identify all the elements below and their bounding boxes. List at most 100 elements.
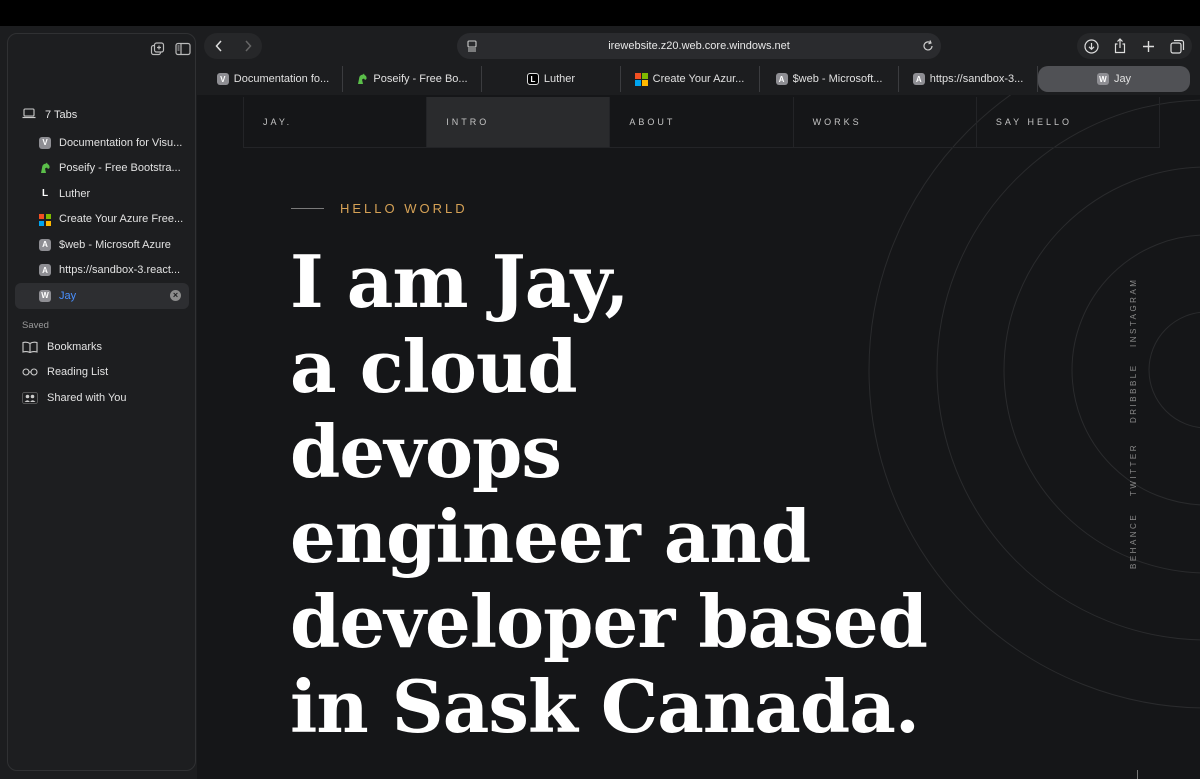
sidebar-item-sandbox[interactable]: A https://sandbox-3.react... xyxy=(15,258,189,284)
sidebar: 7 Tabs V Documentation for Visu... Posei… xyxy=(7,33,196,771)
nav-about[interactable]: ABOUT xyxy=(610,97,794,147)
people-icon xyxy=(22,391,38,405)
sidebar-tab-list: V Documentation for Visu... Poseify - Fr… xyxy=(15,130,189,309)
tab-group-label: 7 Tabs xyxy=(45,109,78,121)
saved-item-label: Bookmarks xyxy=(47,340,103,353)
tab-bar: V Documentation fo... Poseify - Free Bo.… xyxy=(204,66,1192,92)
site-nav: JAY. INTRO ABOUT WORKS SAY HELLO xyxy=(243,97,1160,148)
headline-line: developer based xyxy=(290,579,928,664)
saved-item-bookmarks[interactable]: Bookmarks xyxy=(22,334,127,360)
favicon-w-icon: W xyxy=(39,289,51,302)
favicon-v-icon: V xyxy=(39,136,51,149)
page-menu-icon[interactable] xyxy=(465,39,479,56)
web-content: JAY. INTRO ABOUT WORKS SAY HELLO HELLO W… xyxy=(197,95,1200,779)
tab-label: Documentation fo... xyxy=(233,73,330,85)
saved-item-shared[interactable]: Shared with You xyxy=(22,385,127,411)
social-dribbble[interactable]: DRIBBBLE xyxy=(1129,363,1138,423)
new-tab-group-icon[interactable] xyxy=(148,40,166,58)
microsoft-logo-icon xyxy=(635,73,648,86)
tab-label: Poseify - Free Bo... xyxy=(373,73,468,85)
kicker-line xyxy=(291,208,324,209)
share-icon[interactable] xyxy=(1110,36,1130,56)
nav-works[interactable]: WORKS xyxy=(794,97,977,147)
headline-line: engineer and xyxy=(290,494,811,579)
tab-poseify[interactable]: Poseify - Free Bo... xyxy=(343,66,482,92)
tab-label: Create Your Azur... xyxy=(652,73,745,85)
cursor-icon xyxy=(1137,770,1144,779)
saved-list: Bookmarks Reading List Shared with You xyxy=(22,334,127,411)
sidebar-item-label: Jay xyxy=(59,289,77,302)
headline-line: I am Jay, xyxy=(290,239,629,324)
sidebar-item-luther[interactable]: L Luther xyxy=(15,181,189,207)
poseify-horse-icon xyxy=(356,73,368,85)
tab-jay[interactable]: W Jay xyxy=(1038,66,1190,92)
browser-window: 7 Tabs V Documentation for Visu... Posei… xyxy=(0,26,1200,779)
toolbar-actions xyxy=(1077,33,1192,59)
reload-icon[interactable] xyxy=(921,39,935,56)
tab-sandbox[interactable]: A https://sandbox-3... xyxy=(899,66,1038,92)
hero-headline: I am Jay, a cloud devops engineer and de… xyxy=(290,239,990,749)
sidebar-item-web-azure[interactable]: A $web - Microsoft Azure xyxy=(15,232,189,258)
kicker: HELLO WORLD xyxy=(291,201,468,216)
favicon-v-icon: V xyxy=(216,73,229,85)
new-tab-plus-icon[interactable] xyxy=(1139,36,1159,56)
headline-line: in Sask Canada. xyxy=(290,664,920,749)
social-twitter[interactable]: TWITTER xyxy=(1129,443,1138,496)
saved-header: Saved xyxy=(22,320,49,331)
saved-item-label: Reading List xyxy=(47,366,109,379)
address-bar[interactable]: irewebsite.z20.web.core.windows.net xyxy=(457,33,941,59)
social-links: INSTAGRAM DRIBBBLE TWITTER BEHANCE xyxy=(1129,275,1149,595)
nav-buttons xyxy=(204,33,262,59)
favicon-a-icon: A xyxy=(775,73,788,85)
tab-label: Luther xyxy=(543,73,576,85)
tab-luther[interactable]: L Luther xyxy=(482,66,621,92)
tab-label: $web - Microsoft... xyxy=(792,73,883,85)
poseify-horse-icon xyxy=(39,162,51,174)
tab-documentation[interactable]: V Documentation fo... xyxy=(204,66,343,92)
favicon-a-icon: A xyxy=(912,73,925,85)
sidebar-item-label: Documentation for Visu... xyxy=(59,136,183,149)
sidebar-item-poseify[interactable]: Poseify - Free Bootstra... xyxy=(15,156,189,182)
tab-label: https://sandbox-3... xyxy=(929,73,1024,85)
sidebar-item-label: $web - Microsoft Azure xyxy=(59,238,171,251)
download-icon[interactable] xyxy=(1081,36,1101,56)
nav-say-hello[interactable]: SAY HELLO xyxy=(977,97,1159,147)
favicon-w-icon: W xyxy=(1096,73,1109,85)
headline-line: devops xyxy=(290,409,562,494)
url-text: irewebsite.z20.web.core.windows.net xyxy=(608,40,790,52)
tab-label: Jay xyxy=(1113,73,1132,85)
sidebar-item-label: Luther xyxy=(59,187,91,200)
sidebar-toggle-icon[interactable] xyxy=(174,40,192,58)
sidebar-item-azure-free[interactable]: Create Your Azure Free... xyxy=(15,207,189,233)
top-strip xyxy=(0,0,1200,26)
saved-item-label: Shared with You xyxy=(47,391,127,404)
sidebar-item-label: Create Your Azure Free... xyxy=(59,213,184,226)
nav-intro[interactable]: INTRO xyxy=(427,97,611,147)
social-behance[interactable]: BEHANCE xyxy=(1129,513,1138,569)
microsoft-logo-icon xyxy=(38,213,51,226)
sidebar-item-label: Poseify - Free Bootstra... xyxy=(59,162,181,175)
favicon-a-icon: A xyxy=(39,264,51,277)
tab-group-header[interactable]: 7 Tabs xyxy=(22,108,196,122)
forward-chevron-icon[interactable] xyxy=(238,36,258,56)
favicon-l-icon: L xyxy=(526,73,539,85)
nav-logo[interactable]: JAY. xyxy=(244,97,428,147)
saved-item-reading-list[interactable]: Reading List xyxy=(22,360,127,386)
sidebar-item-jay[interactable]: W Jay × xyxy=(15,283,189,309)
glasses-icon xyxy=(22,365,38,379)
book-icon xyxy=(22,340,38,354)
favicon-a-icon: A xyxy=(39,238,51,251)
laptop-icon xyxy=(22,108,36,122)
kicker-text: HELLO WORLD xyxy=(340,201,468,216)
sidebar-item-documentation[interactable]: V Documentation for Visu... xyxy=(15,130,189,156)
tab-web-azure[interactable]: A $web - Microsoft... xyxy=(760,66,899,92)
sidebar-toolbar xyxy=(148,40,192,58)
tab-azure-free[interactable]: Create Your Azur... xyxy=(621,66,760,92)
close-tab-icon[interactable]: × xyxy=(170,290,181,302)
social-instagram[interactable]: INSTAGRAM xyxy=(1129,278,1138,347)
tab-overview-icon[interactable] xyxy=(1168,36,1188,56)
sidebar-item-label: https://sandbox-3.react... xyxy=(59,264,181,277)
headline-line: a cloud xyxy=(290,324,578,409)
favicon-l-icon: L xyxy=(41,188,49,200)
back-chevron-icon[interactable] xyxy=(209,36,229,56)
